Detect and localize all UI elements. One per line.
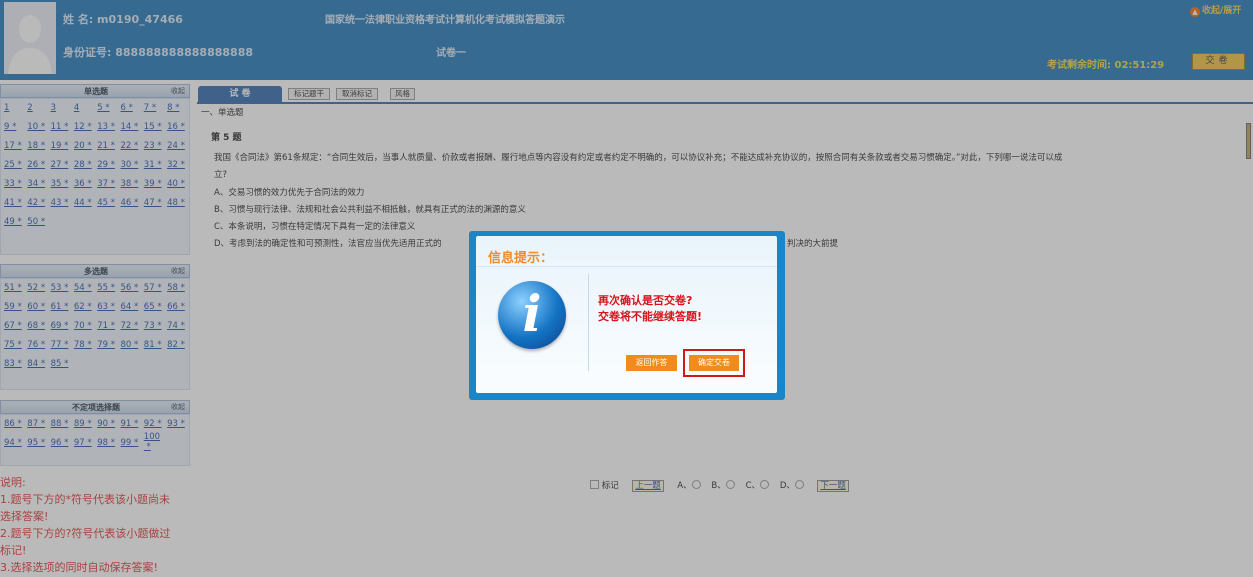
confirm-dialog: 信息提示： i 再次确认是否交卷? 交卷将不能继续答题! 返回作答 确定交卷 bbox=[469, 231, 785, 400]
dialog-divider bbox=[476, 266, 777, 267]
dialog-title: 信息提示： bbox=[488, 251, 554, 266]
dialog-message: 再次确认是否交卷? bbox=[598, 294, 693, 307]
confirm-submit-button[interactable]: 确定交卷 bbox=[689, 355, 739, 371]
dialog-body: 信息提示： i 再次确认是否交卷? 交卷将不能继续答题! 返回作答 确定交卷 bbox=[476, 236, 777, 393]
return-to-answer-button[interactable]: 返回作答 bbox=[626, 355, 677, 371]
dialog-separator bbox=[588, 274, 589, 371]
dialog-warning: 交卷将不能继续答题! bbox=[598, 310, 703, 323]
info-icon: i bbox=[498, 281, 566, 349]
